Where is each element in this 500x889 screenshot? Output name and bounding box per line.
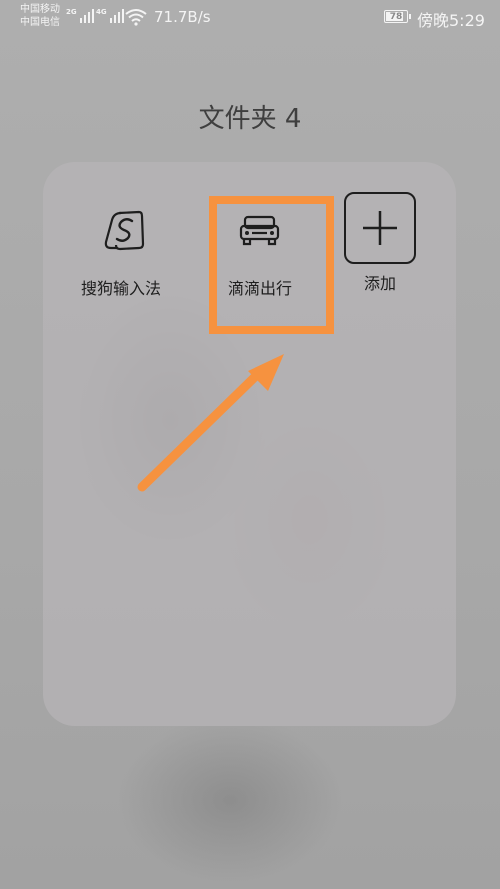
sim1-signal-icon: 2G	[66, 9, 94, 23]
sim1-network-tag: 2G	[66, 8, 77, 16]
folder-title[interactable]: 文件夹 4	[0, 98, 500, 135]
sogou-input-icon	[84, 196, 158, 270]
carrier-1: 中国移动	[20, 4, 60, 15]
sim2-network-tag: 4G	[96, 8, 107, 16]
add-app-button[interactable]: 添加	[325, 192, 435, 294]
sim2-signal-icon: 4G	[96, 9, 124, 23]
highlight-box	[209, 196, 334, 334]
clock: 傍晚5:29	[417, 11, 485, 30]
network-speed: 71.7B/s	[154, 8, 211, 26]
wifi-icon	[125, 9, 147, 26]
carrier-2: 中国电信	[20, 17, 60, 28]
app-sogou-input[interactable]: 搜狗输入法	[66, 196, 176, 299]
battery-level: 78	[389, 11, 403, 22]
plus-icon	[344, 192, 416, 264]
add-label: 添加	[363, 274, 396, 293]
screen: 中国移动 中国电信 2G 4G 71.7B/s 78 傍晚5:29 文件夹 4	[0, 0, 500, 889]
app-label-sogou: 搜狗输入法	[80, 279, 161, 298]
status-bar: 中国移动 中国电信 2G 4G 71.7B/s 78 傍晚5:29	[0, 0, 500, 36]
carrier-labels: 中国移动 中国电信	[20, 3, 60, 29]
battery-icon: 78	[384, 10, 411, 23]
